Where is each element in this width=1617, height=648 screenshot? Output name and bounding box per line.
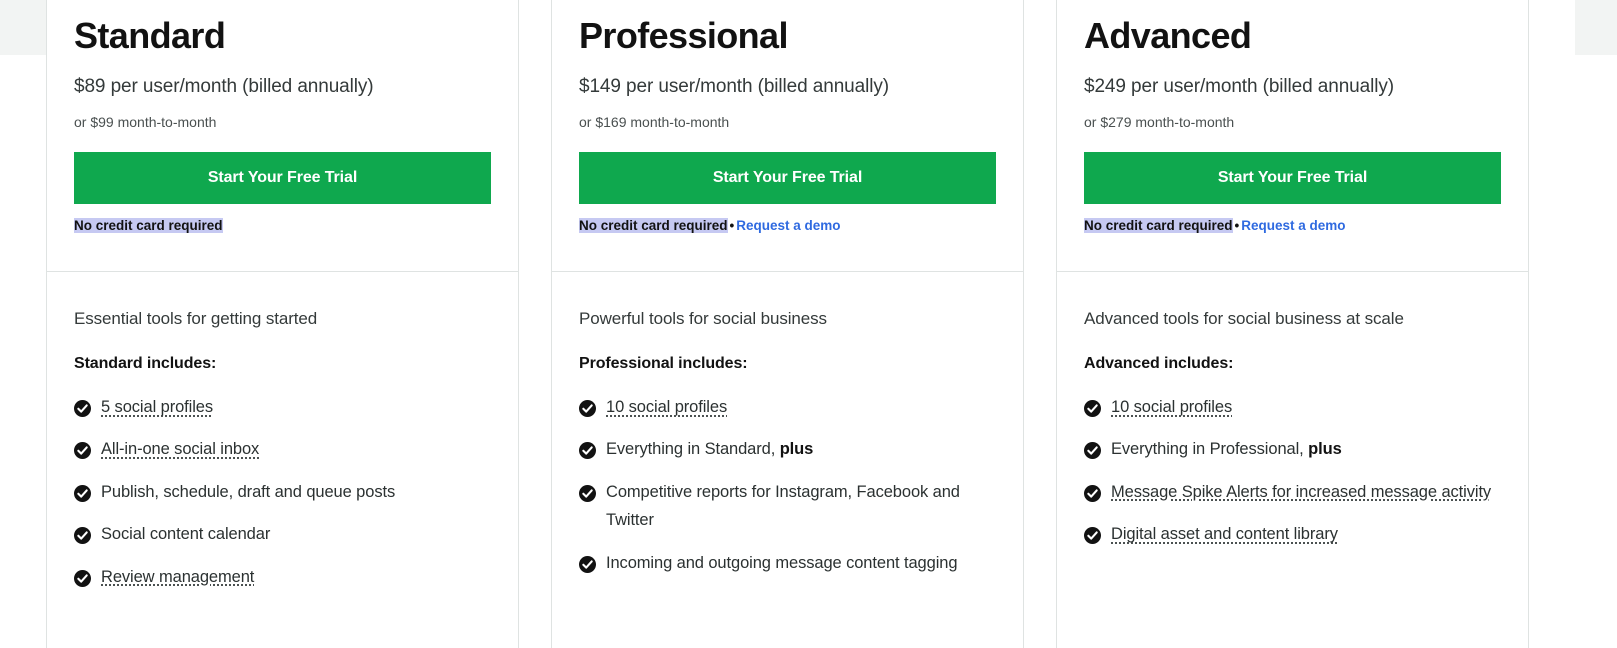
feature-item: Competitive reports for Instagram, Faceb… bbox=[579, 478, 996, 535]
feature-label-tooltip[interactable]: Review management bbox=[101, 563, 491, 591]
cta-note: No credit card required bbox=[74, 217, 491, 234]
pricing-header-standard: Standard $89 per user/month (billed annu… bbox=[47, 0, 518, 272]
check-circle-icon bbox=[579, 400, 596, 418]
plan-includes-heading: Advanced includes: bbox=[1084, 355, 1234, 373]
feature-item: Publish, schedule, draft and queue posts bbox=[74, 478, 491, 506]
feature-item: Everything in Standard, plus bbox=[579, 435, 996, 463]
start-free-trial-button[interactable]: Start Your Free Trial bbox=[1084, 151, 1501, 204]
check-circle-icon bbox=[74, 527, 91, 545]
check-circle-icon bbox=[579, 442, 596, 460]
plan-includes-heading: Standard includes: bbox=[74, 355, 217, 373]
note-separator: • bbox=[729, 217, 735, 233]
feature-item: Everything in Professional, plus bbox=[1084, 435, 1501, 463]
start-free-trial-button[interactable]: Start Your Free Trial bbox=[74, 151, 491, 204]
feature-item: 10 social profiles bbox=[1084, 393, 1501, 421]
check-circle-icon bbox=[74, 442, 91, 460]
feature-item: Social content calendar bbox=[74, 520, 491, 548]
no-credit-card-note: No credit card required bbox=[579, 217, 728, 233]
feature-label-emphasis: plus bbox=[1308, 440, 1342, 459]
pricing-page: Standard $89 per user/month (billed annu… bbox=[0, 0, 1617, 648]
cta-note: No credit card required • Request a demo bbox=[1084, 217, 1501, 234]
feature-label-tooltip[interactable]: All-in-one social inbox bbox=[101, 435, 491, 463]
pricing-features-professional: Powerful tools for social business Profe… bbox=[552, 272, 1023, 648]
check-circle-icon bbox=[74, 569, 91, 587]
plan-price-annual: $249 per user/month (billed annually) bbox=[1084, 76, 1394, 97]
pricing-header-professional: Professional $149 per user/month (billed… bbox=[552, 0, 1023, 272]
check-circle-icon bbox=[1084, 442, 1101, 460]
feature-list: 10 social profiles Everything in Standard… bbox=[579, 393, 996, 577]
plan-price-monthly: or $279 month-to-month bbox=[1084, 113, 1235, 130]
plan-title: Advanced bbox=[1084, 15, 1252, 56]
check-circle-icon bbox=[579, 484, 596, 502]
feature-label-tooltip[interactable]: Digital asset and content library bbox=[1111, 520, 1501, 548]
start-free-trial-button[interactable]: Start Your Free Trial bbox=[579, 151, 996, 204]
note-separator: • bbox=[1234, 217, 1240, 233]
feature-item: All-in-one social inbox bbox=[74, 435, 491, 463]
page-background-band-right bbox=[1575, 0, 1617, 55]
plan-price-annual: $89 per user/month (billed annually) bbox=[74, 76, 374, 97]
feature-label-tooltip[interactable]: Message Spike Alerts for increased messa… bbox=[1111, 478, 1501, 506]
pricing-card-standard: Standard $89 per user/month (billed annu… bbox=[46, 0, 519, 648]
plan-price-annual: $149 per user/month (billed annually) bbox=[579, 76, 889, 97]
card-gap-2 bbox=[1024, 0, 1056, 648]
cta-note: No credit card required • Request a demo bbox=[579, 217, 996, 234]
check-circle-icon bbox=[1084, 400, 1101, 418]
plan-tagline: Powerful tools for social business bbox=[579, 309, 827, 328]
no-credit-card-note: No credit card required bbox=[74, 217, 223, 233]
check-circle-icon bbox=[579, 555, 596, 573]
check-circle-icon bbox=[74, 400, 91, 418]
feature-label: Incoming and outgoing message content ta… bbox=[606, 553, 958, 572]
pricing-card-professional: Professional $149 per user/month (billed… bbox=[551, 0, 1024, 648]
request-a-demo-link[interactable]: Request a demo bbox=[1241, 218, 1345, 233]
plan-price-monthly: or $99 month-to-month bbox=[74, 113, 217, 130]
feature-label: Competitive reports for Instagram, Faceb… bbox=[606, 482, 960, 530]
page-background-band-left bbox=[0, 0, 46, 55]
check-circle-icon bbox=[1084, 484, 1101, 502]
feature-label-tooltip[interactable]: 5 social profiles bbox=[101, 393, 491, 421]
plan-tagline: Advanced tools for social business at sc… bbox=[1084, 309, 1404, 328]
request-a-demo-link[interactable]: Request a demo bbox=[736, 218, 840, 233]
pricing-card-grid: Standard $89 per user/month (billed annu… bbox=[46, 0, 1575, 648]
no-credit-card-note: No credit card required bbox=[1084, 217, 1233, 233]
feature-label: Publish, schedule, draft and queue posts bbox=[101, 482, 396, 501]
feature-label-tooltip[interactable]: 10 social profiles bbox=[606, 393, 996, 421]
feature-item: Digital asset and content library bbox=[1084, 520, 1501, 548]
plan-tagline: Essential tools for getting started bbox=[74, 309, 318, 328]
pricing-card-advanced: Advanced $249 per user/month (billed ann… bbox=[1056, 0, 1529, 648]
feature-label-emphasis: plus bbox=[779, 440, 814, 459]
check-circle-icon bbox=[1084, 527, 1101, 545]
plan-price-monthly: or $169 month-to-month bbox=[579, 113, 730, 130]
feature-item: 5 social profiles bbox=[74, 393, 491, 421]
feature-label-tooltip[interactable]: 10 social profiles bbox=[1111, 393, 1501, 421]
feature-item: Review management bbox=[74, 563, 491, 591]
feature-item: Message Spike Alerts for increased messa… bbox=[1084, 478, 1501, 506]
card-gap-1 bbox=[519, 0, 551, 648]
feature-list: 5 social profiles All-in-one social inbox… bbox=[74, 393, 491, 591]
feature-label: Everything in Professional, plus bbox=[1111, 440, 1342, 459]
plan-title: Professional bbox=[579, 15, 788, 56]
feature-label: Social content calendar bbox=[101, 525, 271, 544]
pricing-features-advanced: Advanced tools for social business at sc… bbox=[1057, 272, 1528, 648]
plan-title: Standard bbox=[74, 15, 226, 56]
pricing-features-standard: Essential tools for getting started Stan… bbox=[47, 272, 518, 648]
feature-label: Everything in Standard, plus bbox=[606, 440, 814, 459]
feature-item: Incoming and outgoing message content ta… bbox=[579, 549, 996, 577]
pricing-header-advanced: Advanced $249 per user/month (billed ann… bbox=[1057, 0, 1528, 272]
feature-item: 10 social profiles bbox=[579, 393, 996, 421]
plan-includes-heading: Professional includes: bbox=[579, 355, 748, 373]
check-circle-icon bbox=[74, 484, 91, 502]
feature-list: 10 social profiles Everything in Professi… bbox=[1084, 393, 1501, 549]
